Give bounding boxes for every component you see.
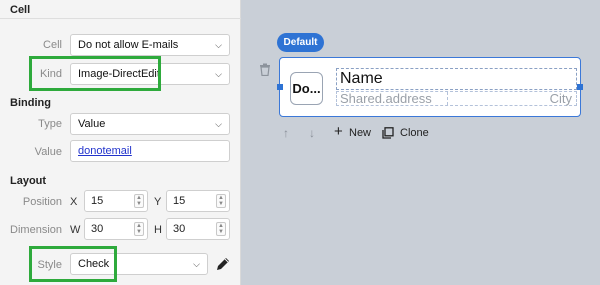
arrow-up-icon[interactable]: ↑ xyxy=(283,126,289,140)
x-value: 15 xyxy=(91,195,104,207)
y-input[interactable]: 15 ▲ ▼ xyxy=(166,190,230,212)
address-cell: Shared.address xyxy=(340,91,432,106)
y-value: 15 xyxy=(173,195,186,207)
dimension-label: Dimension xyxy=(10,224,62,236)
value-field[interactable]: donotemail xyxy=(70,140,230,162)
list-item-preview-card[interactable]: Do... Name Shared.address City xyxy=(277,57,583,117)
resize-handle[interactable] xyxy=(577,84,583,90)
pencil-icon[interactable] xyxy=(215,256,231,272)
new-button-label[interactable]: New xyxy=(349,127,371,139)
name-cell[interactable]: Name xyxy=(336,68,577,90)
city-cell: City xyxy=(549,91,572,106)
position-label: Position xyxy=(22,196,62,208)
cell-select[interactable]: Do not allow E-mails ⌵ xyxy=(70,34,230,56)
image-cell[interactable]: Do... xyxy=(290,72,323,105)
stepper-icon[interactable]: ▲ ▼ xyxy=(216,222,226,236)
properties-panel: Cell Cell Do not allow E-mails ⌵ Kind Im… xyxy=(0,0,241,285)
section-divider xyxy=(0,18,241,19)
layout-section-title: Layout xyxy=(10,175,47,187)
type-select-value: Value xyxy=(78,118,106,130)
value-link[interactable]: donotemail xyxy=(78,145,132,157)
w-value: 30 xyxy=(91,223,104,235)
kind-highlight-box xyxy=(29,56,161,91)
type-select[interactable]: Value ⌵ xyxy=(70,113,230,135)
trash-icon[interactable] xyxy=(259,63,271,76)
stepper-icon[interactable]: ▲ ▼ xyxy=(134,194,144,208)
stepper-icon[interactable]: ▲ ▼ xyxy=(134,222,144,236)
cell-divider xyxy=(447,92,448,105)
default-badge[interactable]: Default xyxy=(277,33,324,52)
address-row[interactable]: Shared.address City xyxy=(336,91,577,106)
clone-button-label[interactable]: Clone xyxy=(400,127,429,139)
value-label: Value xyxy=(34,146,62,158)
chevron-down-icon: ⌵ xyxy=(215,40,222,50)
h-label: H xyxy=(154,224,162,236)
cell-label: Cell xyxy=(43,39,62,51)
w-input[interactable]: 30 ▲ ▼ xyxy=(84,218,148,240)
type-label: Type xyxy=(38,118,62,130)
style-highlight-box xyxy=(29,246,117,282)
arrow-down-icon[interactable]: ↓ xyxy=(309,126,315,140)
stepper-icon[interactable]: ▲ ▼ xyxy=(216,194,226,208)
chevron-down-icon: ⌵ xyxy=(215,119,222,129)
x-input[interactable]: 15 ▲ ▼ xyxy=(84,190,148,212)
clone-icon[interactable] xyxy=(382,127,394,139)
resize-handle[interactable] xyxy=(277,84,283,90)
w-label: W xyxy=(70,224,81,236)
plus-icon[interactable]: + xyxy=(334,124,343,139)
binding-section-title: Binding xyxy=(10,97,51,109)
cell-select-value: Do not allow E-mails xyxy=(78,39,179,51)
x-label: X xyxy=(70,196,78,208)
chevron-down-icon: ⌵ xyxy=(193,259,200,269)
cell-section-title: Cell xyxy=(10,4,31,16)
chevron-down-icon: ⌵ xyxy=(215,69,222,79)
y-label: Y xyxy=(154,196,162,208)
h-value: 30 xyxy=(173,223,186,235)
h-input[interactable]: 30 ▲ ▼ xyxy=(166,218,230,240)
